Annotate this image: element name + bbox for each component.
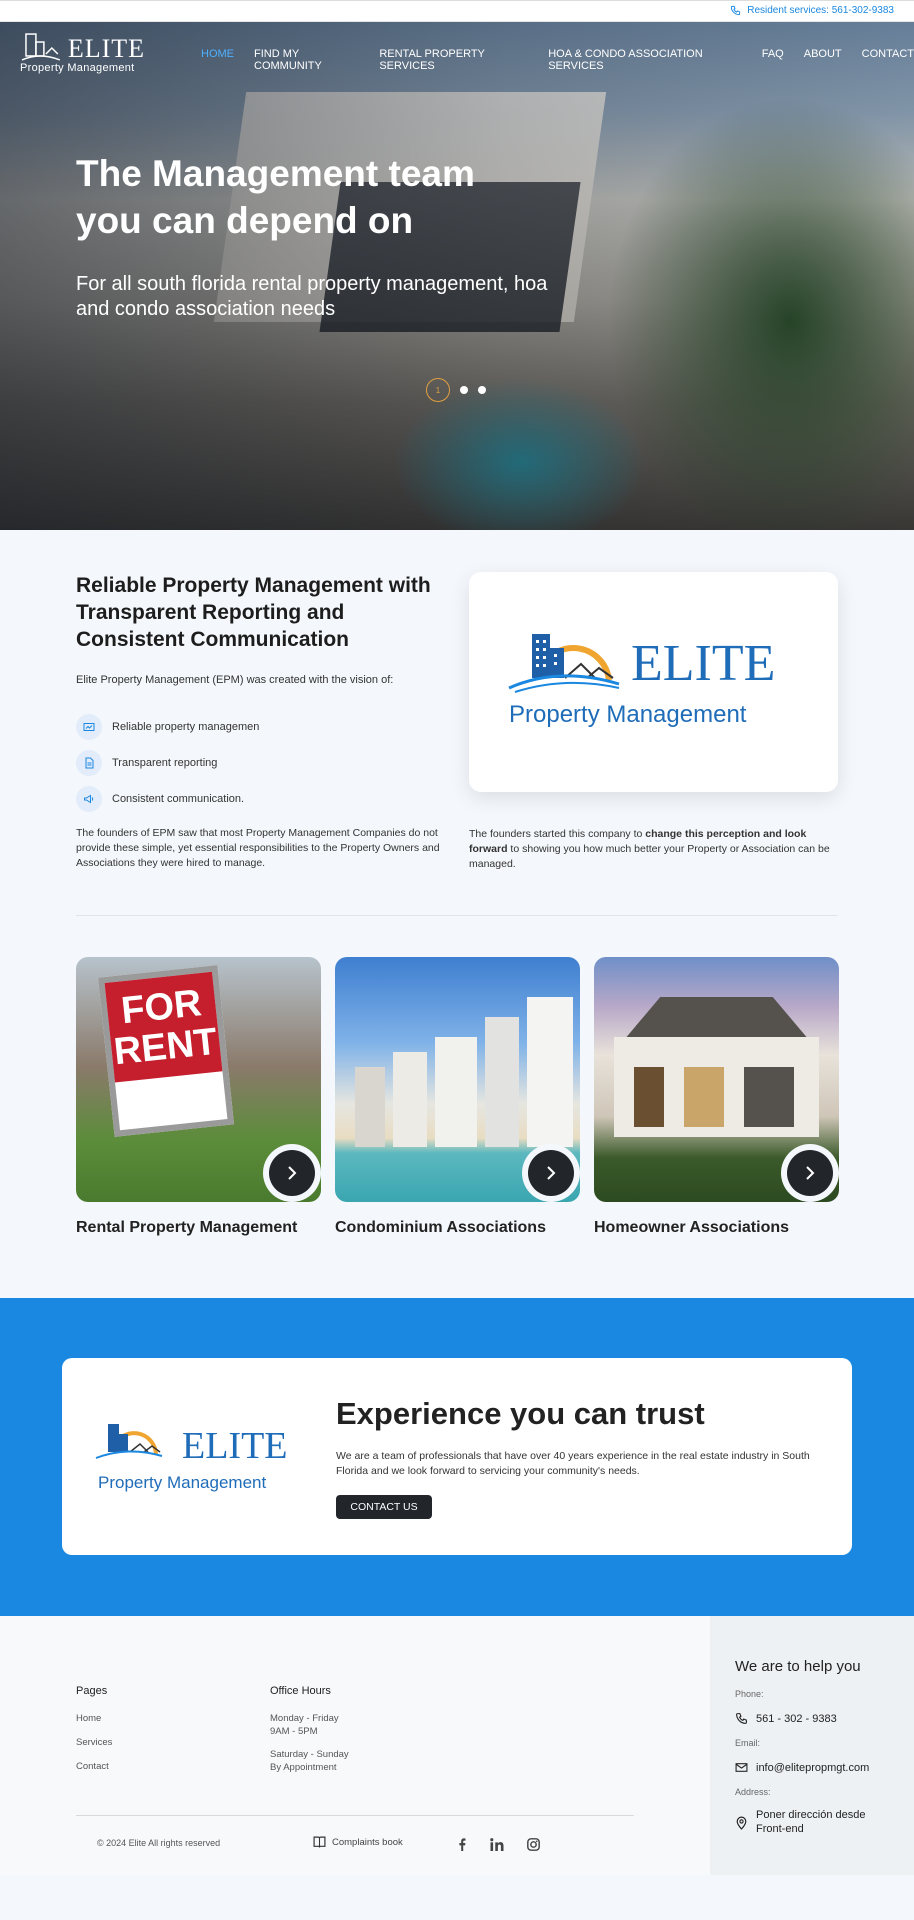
email-label: Email: — [735, 1738, 761, 1748]
feature-item: Transparent reporting — [76, 745, 259, 781]
nav-home[interactable]: HOME — [201, 48, 234, 72]
trust-text: We are a team of professionals that have… — [336, 1450, 810, 1477]
top-bar: Resident services: 561-302-9383 — [0, 0, 914, 22]
nav-find-my-community[interactable]: FIND MY COMMUNITY — [254, 48, 359, 72]
slider-dots: 1 — [426, 378, 486, 402]
address-label: Address: — [735, 1787, 771, 1797]
phone-icon — [731, 5, 741, 16]
about-vision: Elite Property Management (EPM) was crea… — [76, 674, 394, 686]
megaphone-icon — [76, 786, 102, 812]
beach-condos-image — [335, 957, 580, 1202]
mail-icon — [735, 1763, 748, 1772]
card-arrow-button[interactable] — [263, 1144, 321, 1202]
nav-about[interactable]: ABOUT — [804, 48, 842, 72]
slider-dot-2[interactable] — [460, 386, 468, 394]
feature-item: Consistent communication. — [76, 781, 259, 817]
chevron-right-icon — [806, 1166, 815, 1180]
help-email-link[interactable]: info@elitepropmgt.com — [735, 1761, 869, 1775]
feature-label: Transparent reporting — [112, 757, 218, 769]
trust-card: ELITE Property Management Experience you… — [62, 1358, 852, 1555]
footer-hours-heading: Office Hours — [270, 1685, 331, 1697]
svg-text:ELITE: ELITE — [631, 635, 775, 692]
site-logo[interactable]: ELITE Property Management — [20, 30, 145, 74]
contact-us-button[interactable]: CONTACT US — [336, 1495, 432, 1519]
service-card-condominium[interactable]: Condominium Associations — [335, 957, 580, 1238]
logo-word: ELITE — [67, 34, 145, 63]
card-arrow-button[interactable] — [522, 1144, 580, 1202]
footer-divider — [76, 1815, 634, 1816]
svg-text:ELITE: ELITE — [182, 1425, 288, 1467]
chevron-right-icon — [547, 1166, 556, 1180]
about-logo-card: ELITE Property Management — [469, 572, 838, 792]
luxury-house-image — [594, 957, 839, 1202]
card-title: Homeowner Associations — [594, 1219, 790, 1236]
hero-slider: ELITE Property Management HOME FIND MY C… — [0, 22, 914, 530]
facebook-icon[interactable] — [454, 1836, 470, 1852]
trust-title: Experience you can trust — [336, 1396, 705, 1431]
about-title: Reliable Property Management with Transp… — [76, 574, 431, 651]
book-icon — [313, 1836, 326, 1848]
footer-link-contact[interactable]: Contact — [76, 1760, 109, 1773]
main-nav: HOME FIND MY COMMUNITY RENTAL PROPERTY S… — [201, 48, 914, 72]
instagram-icon[interactable] — [525, 1836, 541, 1852]
nav-hoa-condo-services[interactable]: HOA & CONDO ASSOCIATION SERVICES — [548, 48, 742, 72]
document-icon — [76, 750, 102, 776]
service-card-homeowner[interactable]: Homeowner Associations — [594, 957, 839, 1238]
card-arrow-button[interactable] — [781, 1144, 839, 1202]
about-left-paragraph: The founders of EPM saw that most Proper… — [76, 827, 440, 869]
logo-subtitle: Property Management — [20, 62, 135, 74]
complaints-book-link[interactable]: Complaints book — [313, 1836, 403, 1848]
nav-contact[interactable]: CONTACT — [862, 48, 914, 72]
feature-label: Consistent communication. — [112, 793, 245, 805]
help-phone-link[interactable]: 561 - 302 - 9383 — [735, 1712, 837, 1726]
footer-link-services[interactable]: Services — [76, 1736, 112, 1749]
footer-pages-heading: Pages — [76, 1685, 108, 1697]
chart-icon — [76, 714, 102, 740]
hours-weekend: Saturday - Sunday By Appointment — [270, 1749, 349, 1773]
elite-logo: ELITE Property Management — [95, 1424, 288, 1492]
map-pin-icon — [736, 1816, 747, 1830]
feature-item: Reliable property managemen — [76, 709, 259, 745]
hero-title: The Management team you can depend on — [76, 153, 475, 241]
nav-faq[interactable]: FAQ — [762, 48, 784, 72]
linkedin-icon[interactable] — [489, 1836, 505, 1852]
elite-logo: ELITE Property Management — [508, 634, 775, 728]
help-panel: We are to help you Phone: 561 - 302 - 93… — [710, 1616, 914, 1875]
for-rent-sign-image: FOR RENT — [76, 957, 321, 1202]
footer-link-home[interactable]: Home — [76, 1712, 101, 1725]
hero-subtitle: For all south florida rental property ma… — [76, 273, 548, 320]
svg-text:Property Management: Property Management — [98, 1473, 266, 1492]
card-title: Condominium Associations — [335, 1219, 546, 1236]
phone-label: Phone: — [735, 1689, 764, 1699]
help-address: Poner dirección desde Front-end — [735, 1808, 895, 1836]
copyright: © 2024 Elite All rights reserved — [97, 1838, 221, 1848]
slider-dot-3[interactable] — [478, 386, 486, 394]
card-title: Rental Property Management — [76, 1219, 298, 1236]
building-logo-icon — [21, 33, 61, 61]
chevron-right-icon — [288, 1166, 297, 1180]
feature-label: Reliable property managemen — [112, 721, 260, 733]
resident-services-link[interactable]: Resident services: 561-302-9383 — [730, 5, 894, 16]
about-right-paragraph: The founders started this company to cha… — [469, 828, 830, 870]
service-card-rental[interactable]: FOR RENT Rental Property Management — [76, 957, 321, 1238]
help-title: We are to help you — [735, 1658, 861, 1675]
resident-services-text: Resident services: 561-302-9383 — [747, 5, 894, 16]
phone-icon — [736, 1713, 747, 1724]
feature-list: Reliable property managemen Transparent … — [76, 709, 259, 817]
svg-text:Property Management: Property Management — [509, 701, 747, 728]
nav-rental-property-services[interactable]: RENTAL PROPERTY SERVICES — [379, 48, 528, 72]
section-divider — [76, 915, 838, 916]
slider-dot-1[interactable]: 1 — [426, 378, 450, 402]
building-logo-icon — [508, 634, 620, 693]
hours-weekday: Monday - Friday 9AM - 5PM — [270, 1713, 339, 1737]
